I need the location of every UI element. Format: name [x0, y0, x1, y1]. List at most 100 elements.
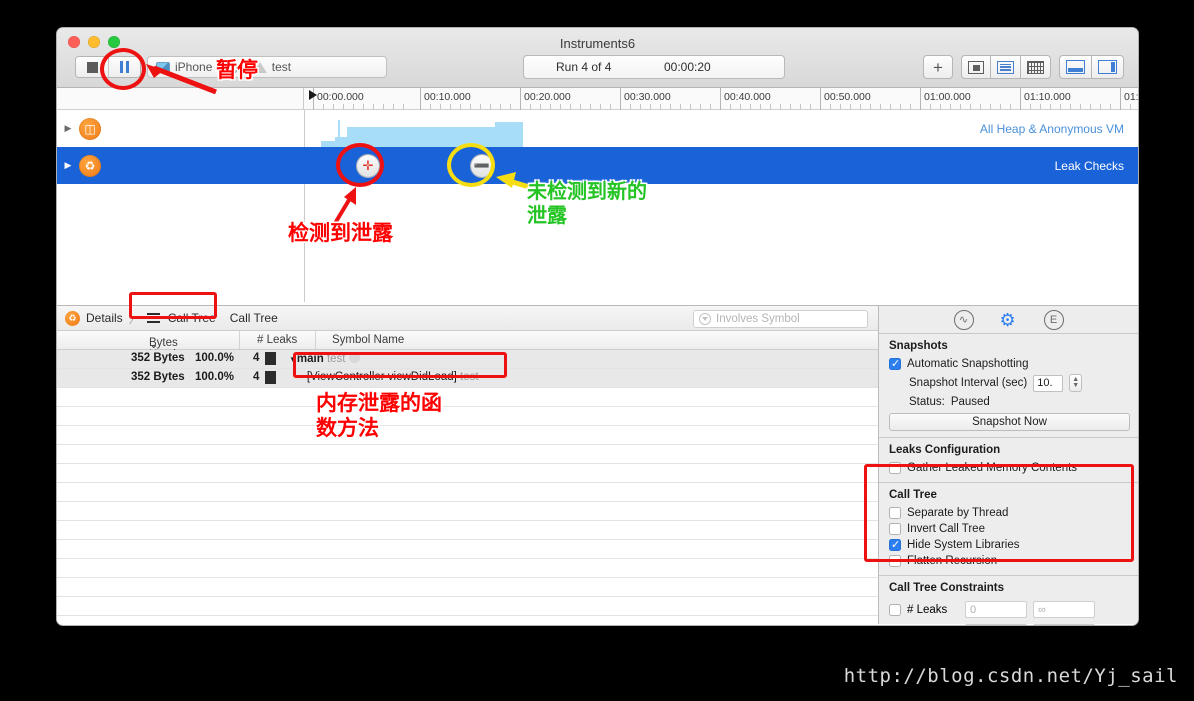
ruler-minor-tick — [880, 104, 881, 109]
constraint-row[interactable]: Bytes-∞∞ — [879, 621, 1138, 625]
table-row-empty — [57, 578, 878, 597]
gear-icon[interactable]: ⚙ — [1000, 311, 1018, 329]
table-row-empty — [57, 559, 878, 578]
ruler-minor-tick — [610, 104, 611, 109]
toolbar-right-buttons: + — [923, 55, 1124, 79]
ruler-minor-tick — [510, 104, 511, 109]
checkbox[interactable] — [889, 507, 901, 519]
inspector-checkbox-row[interactable]: Invert Call Tree — [879, 521, 1138, 537]
inspector-checkbox-row[interactable]: Hide System Libraries — [879, 537, 1138, 553]
device-target-selector[interactable]: iPhone 7 2) ⟩ test — [147, 56, 387, 78]
row-percent: 100.0% — [195, 352, 235, 364]
ruler-left-gutter — [57, 88, 304, 109]
list-view-button[interactable] — [991, 55, 1021, 79]
row-leak-count: 4 — [253, 371, 260, 383]
leaks-badge-icon: ♻ — [65, 310, 80, 326]
ruler-minor-tick — [760, 104, 761, 109]
ruler-minor-tick — [690, 104, 691, 109]
column-symbol-name[interactable]: Symbol Name — [332, 334, 404, 346]
ruler-minor-tick — [780, 104, 781, 109]
disclosure-triangle-icon[interactable]: ▶ — [57, 160, 79, 171]
track-lane-heap[interactable] — [304, 110, 1138, 147]
snapshot-interval-input[interactable]: 10. — [1033, 374, 1064, 392]
ruler-minor-tick — [670, 104, 671, 109]
row-percent: 100.0% — [195, 371, 235, 383]
row-symbol: -[ViewController viewDidLoad] — [303, 371, 457, 383]
search-input[interactable]: Involves Symbol — [693, 310, 868, 328]
row-module: test — [460, 371, 479, 383]
ruler-minor-tick — [630, 104, 631, 109]
constraint-max-input[interactable]: ∞ — [1033, 624, 1095, 625]
table-row[interactable]: 352 Bytes 100.0% 4 -[ViewController viewDid… — [57, 369, 878, 388]
row-disclosure-icon[interactable]: ▼ — [289, 355, 297, 364]
stepper-arrows[interactable]: ▲ ▼ — [1069, 374, 1083, 392]
ruler-minor-tick — [700, 104, 701, 109]
inspector-checkbox-row[interactable]: Flatten Recursion — [879, 553, 1138, 569]
plus-icon: + — [933, 57, 943, 77]
table-row[interactable]: 352 Bytes 100.0% 4 ▼main test — [57, 350, 878, 369]
constraint-min-input[interactable]: -∞ — [965, 624, 1027, 625]
ruler-minor-tick — [770, 104, 771, 109]
call-tree-menu-icon[interactable] — [146, 313, 160, 323]
right-pane-toggle-button[interactable] — [1092, 55, 1124, 79]
ruler-minor-tick — [480, 104, 481, 109]
table-row-empty — [57, 426, 878, 445]
ruler-minor-tick — [940, 104, 941, 109]
bottom-pane-toggle-button[interactable] — [1059, 55, 1092, 79]
constraint-row[interactable]: # Leaks 0 ∞ — [879, 598, 1138, 621]
list-icon — [997, 60, 1014, 74]
playhead-indicator[interactable] — [309, 90, 317, 100]
checkbox[interactable] — [889, 462, 901, 474]
no-new-leak-marker[interactable]: ➖ — [471, 154, 493, 177]
checkbox[interactable] — [889, 523, 901, 535]
jumpbar-call-tree[interactable]: Call Tree — [168, 311, 216, 325]
ruler-minor-tick — [460, 104, 461, 109]
checkbox[interactable] — [889, 603, 901, 616]
ruler-minor-tick — [800, 104, 801, 109]
checkbox[interactable] — [889, 357, 901, 370]
ruler-minor-tick — [343, 104, 344, 109]
constraint-max-input[interactable]: ∞ — [1033, 601, 1095, 618]
track-row-heap[interactable]: ▶ ◫ All Heap & Anonymous VM — [57, 110, 1138, 147]
grid-view-button[interactable] — [1021, 55, 1051, 79]
timeline-ruler[interactable]: 00:00.000 00:10.000 00:20.000 00:30.000 00:4… — [57, 88, 1138, 110]
jumpbar-current: Call Tree — [229, 311, 278, 325]
column-num-leaks[interactable]: # Leaks — [257, 334, 297, 346]
ruler-tick: 00:20.000 — [520, 88, 571, 110]
ruler-minor-tick — [730, 104, 731, 109]
track-lane-leak-checks[interactable]: ✛ ➖ — [304, 147, 1138, 184]
constraint-min-input[interactable]: 0 — [965, 601, 1027, 618]
stop-button[interactable] — [76, 57, 108, 77]
inspector-checkbox-row[interactable]: Gather Leaked Memory Contents — [879, 460, 1138, 476]
track-row-leak-checks[interactable]: ▶ ♻ Leak Checks ✛ ➖ — [57, 147, 1138, 184]
checkbox-label: Invert Call Tree — [907, 523, 985, 535]
record-settings-icon[interactable]: ∿ — [953, 309, 974, 330]
ruler-tick: 01:10.000 — [1020, 88, 1071, 110]
status-label: Status: — [909, 396, 945, 408]
pause-button[interactable] — [108, 57, 140, 77]
screenshot-root: Instruments6 iPhone 7 2) ⟩ test Run 4 of… — [0, 0, 1194, 701]
inspector-checkbox-row[interactable]: Automatic Snapshotting — [879, 356, 1138, 372]
snapshot-interval-row[interactable]: Snapshot Interval (sec) 10. ▲ ▼ — [879, 372, 1138, 394]
inspector-checkbox-row[interactable]: Separate by Thread — [879, 505, 1138, 521]
ruler-minor-tick — [353, 104, 354, 109]
ruler-minor-tick — [403, 104, 404, 109]
table-row-empty — [57, 502, 878, 521]
row-info-icon[interactable] — [348, 352, 360, 363]
no-new-leak-glyph-icon: ➖ — [473, 157, 491, 173]
ruler-minor-tick — [910, 104, 911, 109]
extended-detail-icon[interactable]: E — [1043, 309, 1064, 330]
checkbox[interactable] — [889, 538, 901, 551]
cpu-view-button[interactable] — [961, 55, 991, 79]
disclosure-triangle-icon[interactable]: ▶ — [57, 123, 79, 134]
ruler-minor-tick — [470, 104, 471, 109]
snapshot-now-button[interactable]: Snapshot Now — [889, 413, 1130, 431]
leak-detected-marker[interactable]: ✛ — [357, 154, 379, 177]
jumpbar-details[interactable]: Details — [86, 311, 123, 325]
ruler-minor-tick — [1070, 104, 1071, 109]
add-instrument-button[interactable]: + — [923, 55, 953, 79]
ruler-tick: 00:00.000 — [313, 88, 364, 110]
checkbox[interactable] — [889, 555, 901, 567]
ruler-minor-tick — [440, 104, 441, 109]
table-row-empty — [57, 388, 878, 407]
